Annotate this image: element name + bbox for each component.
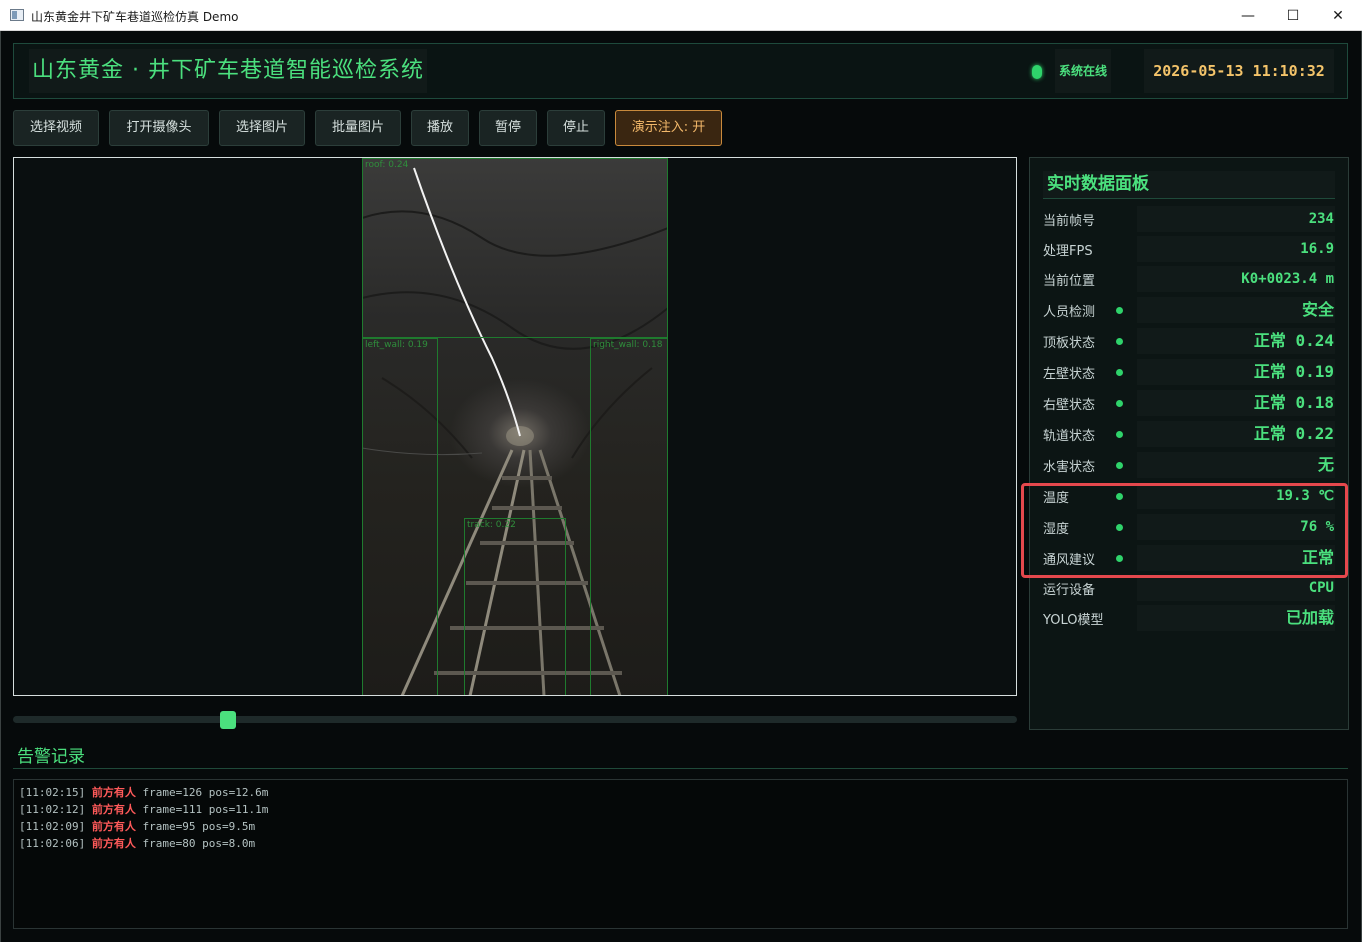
select-video-button[interactable]: 选择视频	[13, 110, 99, 146]
window-titlebar: 山东黄金井下矿车巷道巡检仿真 Demo — ☐ ✕	[0, 0, 1362, 31]
log-detail: frame=95 pos=9.5m	[142, 820, 256, 833]
log-entry: [11:02:09] 前方有人 frame=95 pos=9.5m	[19, 818, 1342, 835]
window-title: 山东黄金井下矿车巷道巡检仿真 Demo	[31, 10, 239, 24]
roof-label: 顶板状态	[1043, 336, 1096, 351]
row-right-wall: 右壁状态 正常 0.18	[1043, 390, 1335, 416]
row-person: 人员检测 安全	[1043, 297, 1335, 323]
track-value: 正常 0.22	[1137, 421, 1335, 447]
stop-button[interactable]: 停止	[547, 110, 605, 146]
detection-box-roof: roof: 0.24	[362, 158, 668, 338]
minimize-button[interactable]: —	[1225, 0, 1271, 31]
device-value: CPU	[1137, 575, 1335, 601]
row-model: YOLO模型 已加载	[1043, 605, 1335, 631]
fps-label: 处理FPS	[1043, 244, 1093, 259]
row-left-wall: 左壁状态 正常 0.19	[1043, 359, 1335, 385]
detection-box-right-wall: right_wall: 0.18	[590, 338, 668, 695]
detection-label: track: 0.22	[467, 520, 516, 530]
row-frame: 当前帧号 234	[1043, 206, 1335, 232]
detection-box-left-wall: left_wall: 0.19	[362, 338, 438, 695]
system-status: 系统在线	[1055, 49, 1111, 93]
close-button[interactable]: ✕	[1315, 0, 1361, 31]
panel-title: 实时数据面板	[1043, 171, 1335, 199]
log-time: [11:02:15]	[19, 786, 86, 799]
play-button[interactable]: 播放	[411, 110, 469, 146]
open-camera-button[interactable]: 打开摄像头	[109, 110, 209, 146]
log-entry: [11:02:12] 前方有人 frame=111 pos=11.1m	[19, 801, 1342, 818]
datetime-display: 2026-05-13 11:10:32	[1144, 49, 1334, 93]
select-image-button[interactable]: 选择图片	[219, 110, 305, 146]
status-dot-icon	[1116, 307, 1123, 314]
left-wall-value: 正常 0.19	[1137, 359, 1335, 385]
pause-button[interactable]: 暂停	[479, 110, 537, 146]
log-time: [11:02:09]	[19, 820, 86, 833]
playback-slider[interactable]	[13, 716, 1017, 723]
log-detail: frame=126 pos=12.6m	[142, 786, 269, 799]
log-entry: [11:02:15] 前方有人 frame=126 pos=12.6m	[19, 784, 1342, 801]
app-header: 山东黄金 · 井下矿车巷道智能巡检系统 系统在线 2026-05-13 11:1…	[13, 43, 1348, 99]
roof-value: 正常 0.24	[1137, 328, 1335, 354]
position-label: 当前位置	[1043, 274, 1096, 289]
row-track: 轨道状态 正常 0.22	[1043, 421, 1335, 447]
fps-value: 16.9	[1137, 236, 1335, 262]
person-label: 人员检测	[1043, 305, 1096, 320]
status-dot-icon	[1116, 338, 1123, 345]
maximize-button[interactable]: ☐	[1270, 0, 1316, 31]
tunnel-frame-image: roof: 0.24 left_wall: 0.19 right_wall: 0…	[362, 158, 668, 695]
divider	[13, 768, 1348, 769]
log-detail: frame=111 pos=11.1m	[142, 803, 269, 816]
water-label: 水害状态	[1043, 460, 1096, 475]
video-display: roof: 0.24 left_wall: 0.19 right_wall: 0…	[13, 157, 1017, 696]
position-value: K0+0023.4 m	[1137, 266, 1335, 292]
log-entry: [11:02:06] 前方有人 frame=80 pos=8.0m	[19, 835, 1342, 852]
frame-label: 当前帧号	[1043, 214, 1096, 229]
row-position: 当前位置 K0+0023.4 m	[1043, 266, 1335, 292]
system-title: 山东黄金 · 井下矿车巷道智能巡检系统	[29, 49, 427, 93]
left-wall-label: 左壁状态	[1043, 367, 1096, 382]
log-time: [11:02:06]	[19, 837, 86, 850]
detection-label: left_wall: 0.19	[365, 340, 428, 350]
frame-value: 234	[1137, 206, 1335, 232]
alarm-log[interactable]: [11:02:15] 前方有人 frame=126 pos=12.6m [11:…	[13, 779, 1348, 929]
water-value: 无	[1137, 452, 1335, 478]
status-dot-icon	[1116, 462, 1123, 469]
device-label: 运行设备	[1043, 583, 1096, 598]
row-device: 运行设备 CPU	[1043, 575, 1335, 601]
demo-inject-toggle[interactable]: 演示注入: 开	[615, 110, 722, 146]
online-status-icon	[1032, 65, 1042, 79]
status-dot-icon	[1116, 369, 1123, 376]
status-dot-icon	[1116, 431, 1123, 438]
status-dot-icon	[1116, 400, 1123, 407]
log-message: 前方有人	[91, 803, 136, 816]
detection-label: right_wall: 0.18	[593, 340, 663, 350]
environment-highlight-box	[1021, 483, 1348, 578]
log-detail: frame=80 pos=8.0m	[142, 837, 256, 850]
model-value: 已加载	[1137, 605, 1335, 631]
person-value: 安全	[1137, 297, 1335, 323]
slider-handle[interactable]	[220, 711, 237, 729]
right-wall-value: 正常 0.18	[1137, 390, 1335, 416]
right-wall-label: 右壁状态	[1043, 398, 1096, 413]
row-roof: 顶板状态 正常 0.24	[1043, 328, 1335, 354]
detection-box-track: track: 0.22	[464, 518, 566, 695]
detection-label: roof: 0.24	[365, 160, 409, 170]
row-water: 水害状态 无	[1043, 452, 1335, 478]
model-label: YOLO模型	[1043, 613, 1104, 628]
log-message: 前方有人	[91, 837, 136, 850]
alarm-section-title: 告警记录	[17, 747, 85, 767]
log-message: 前方有人	[91, 786, 136, 799]
app-icon	[10, 9, 24, 21]
row-fps: 处理FPS 16.9	[1043, 236, 1335, 262]
realtime-data-panel: 实时数据面板 当前帧号 234 处理FPS 16.9 当前位置 K0+0023.…	[1029, 157, 1349, 730]
log-time: [11:02:12]	[19, 803, 86, 816]
track-label: 轨道状态	[1043, 429, 1096, 444]
log-message: 前方有人	[91, 820, 136, 833]
batch-image-button[interactable]: 批量图片	[315, 110, 401, 146]
